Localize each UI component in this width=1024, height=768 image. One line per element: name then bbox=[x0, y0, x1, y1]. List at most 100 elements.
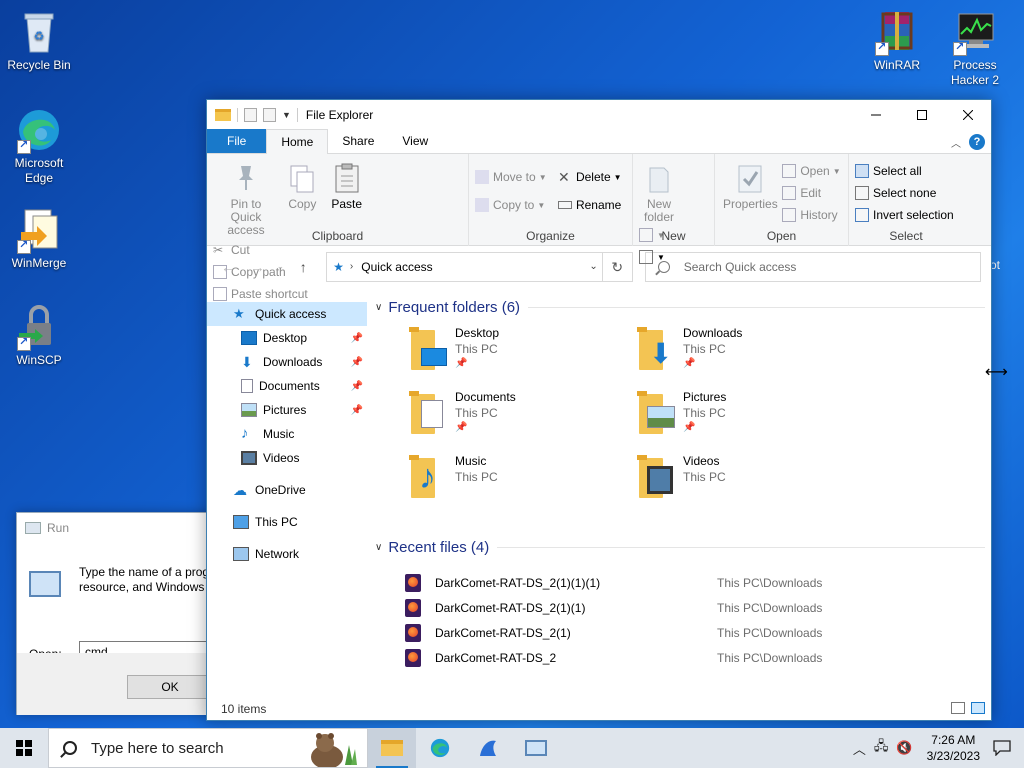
titlebar[interactable]: ▼ File Explorer bbox=[207, 100, 991, 130]
file-explorer-window[interactable]: ▼ File Explorer File Home Share View ︿ ?… bbox=[206, 99, 992, 721]
chevron-down-icon[interactable]: ⌄ bbox=[589, 261, 597, 272]
new-folder-icon[interactable] bbox=[263, 108, 276, 122]
firefox-file-icon bbox=[405, 573, 421, 592]
folder-tile-documents[interactable]: Documents This PC 📌 bbox=[407, 390, 627, 446]
group-new: New folder ▼ ▼ New bbox=[633, 154, 715, 264]
chevron-down-icon[interactable]: ▼ bbox=[282, 110, 291, 120]
desktop-icon-recycle-bin[interactable]: ♻ Recycle Bin bbox=[1, 8, 77, 73]
nav-item-music[interactable]: ♪ Music bbox=[207, 422, 367, 446]
copy-to-button[interactable]: Copy to ▼ bbox=[475, 194, 547, 216]
pin-icon[interactable]: 📌 bbox=[351, 405, 363, 416]
properties-button[interactable]: Properties bbox=[723, 158, 778, 211]
address-bar[interactable]: ★ › Quick access ⌄ ↻ bbox=[326, 251, 633, 282]
tab-share[interactable]: Share bbox=[328, 129, 388, 153]
maximize-button[interactable] bbox=[899, 100, 945, 130]
nav-item-this-pc[interactable]: This PC bbox=[207, 510, 367, 534]
recent-files-header[interactable]: ∨ Recent files (4) bbox=[373, 536, 985, 558]
pin-icon[interactable]: 📌 bbox=[351, 357, 363, 368]
select-none-button[interactable]: Select none bbox=[855, 182, 954, 204]
volume-muted-icon[interactable]: 🔇 bbox=[896, 740, 912, 756]
folder-location: This PC bbox=[683, 406, 726, 420]
ok-button[interactable]: OK bbox=[127, 675, 213, 699]
minimize-button[interactable] bbox=[853, 100, 899, 130]
new-folder-button[interactable]: New folder bbox=[641, 158, 677, 224]
nav-item-network[interactable]: Network bbox=[207, 542, 367, 566]
desktop-icon-winmerge[interactable]: WinMerge bbox=[1, 206, 77, 271]
history-button[interactable]: History bbox=[782, 204, 840, 226]
taskbar-search[interactable]: Type here to search bbox=[48, 728, 368, 768]
large-icons-view-icon[interactable] bbox=[971, 702, 985, 714]
help-icon[interactable]: ? bbox=[969, 134, 985, 150]
properties-icon[interactable] bbox=[244, 108, 257, 122]
scissors-icon: ✂ bbox=[213, 243, 224, 257]
nav-item-desktop[interactable]: Desktop 📌 bbox=[207, 326, 367, 350]
copy-button[interactable]: Copy bbox=[284, 158, 320, 211]
move-to-label: Move to bbox=[493, 170, 536, 184]
nav-item-downloads[interactable]: ⬇ Downloads 📌 bbox=[207, 350, 367, 374]
clock[interactable]: 7:26 AM 3/23/2023 bbox=[927, 732, 980, 764]
invert-selection-icon bbox=[855, 208, 869, 222]
downloads-folder-icon: ⬇ bbox=[635, 326, 681, 372]
desktop-icon-winrar[interactable]: WinRAR bbox=[859, 8, 935, 73]
section-title: Recent files (4) bbox=[388, 538, 490, 556]
paste-button[interactable]: Paste bbox=[328, 158, 366, 211]
notification-center-button[interactable] bbox=[990, 728, 1014, 768]
taskbar-run[interactable] bbox=[512, 728, 560, 768]
maximize-icon bbox=[917, 110, 927, 120]
file-name: DarkComet-RAT-DS_2(1)(1) bbox=[435, 600, 586, 615]
folder-name: Music bbox=[455, 454, 487, 468]
folder-tile-desktop[interactable]: Desktop This PC 📌 bbox=[407, 326, 627, 382]
run-dialog[interactable]: Run Type the name of a prog resource, an… bbox=[16, 512, 219, 715]
list-item[interactable]: DarkComet-RAT-DS_2(1)(1) This PC\Download… bbox=[373, 595, 985, 620]
rename-label: Rename bbox=[575, 198, 622, 212]
run-titlebar[interactable]: Run bbox=[17, 513, 215, 543]
edit-button[interactable]: Edit bbox=[782, 182, 840, 204]
refresh-button[interactable]: ↻ bbox=[601, 252, 632, 281]
open-button[interactable]: Open ▼ bbox=[782, 160, 841, 182]
taskbar-file-explorer[interactable] bbox=[368, 728, 416, 768]
search-box[interactable]: Search Quick access bbox=[644, 251, 981, 282]
frequent-folders: Desktop This PC 📌 ⬇ Downloads This PC 📌 … bbox=[373, 326, 985, 526]
nav-item-quick-access[interactable]: ★ Quick access bbox=[207, 302, 367, 326]
invert-selection-button[interactable]: Invert selection bbox=[855, 204, 954, 226]
pin-icon[interactable]: 📌 bbox=[351, 381, 363, 392]
close-button[interactable] bbox=[945, 100, 991, 130]
copy-to-label: Copy to bbox=[493, 198, 535, 212]
rename-button[interactable]: Rename bbox=[557, 194, 622, 216]
nav-item-videos[interactable]: Videos bbox=[207, 446, 367, 470]
desktop-icon-process-hacker[interactable]: Process Hacker 2 bbox=[937, 8, 1013, 88]
divider bbox=[296, 108, 298, 122]
move-to-button[interactable]: Move to ▼ bbox=[475, 166, 547, 188]
list-item[interactable]: DarkComet-RAT-DS_2 This PC\Downloads bbox=[373, 645, 985, 670]
desktop-icon-winscp[interactable]: WinSCP bbox=[1, 303, 77, 368]
network-status-icon[interactable]: 🖧 bbox=[874, 737, 889, 759]
folder-tile-music[interactable]: ♪ Music This PC bbox=[407, 454, 627, 510]
pictures-icon bbox=[241, 403, 257, 417]
list-item[interactable]: DarkComet-RAT-DS_2(1) This PC\Downloads bbox=[373, 620, 985, 645]
delete-button[interactable]: ✕ Delete ▼ bbox=[558, 166, 622, 188]
nav-item-pictures[interactable]: Pictures 📌 bbox=[207, 398, 367, 422]
folder-tile-pictures[interactable]: Pictures This PC 📌 bbox=[635, 390, 855, 446]
details-view-icon[interactable] bbox=[951, 702, 965, 714]
nav-item-documents[interactable]: Documents 📌 bbox=[207, 374, 367, 398]
tab-view[interactable]: View bbox=[388, 129, 442, 153]
tab-home[interactable]: Home bbox=[266, 129, 329, 154]
taskbar-app-bird[interactable] bbox=[464, 728, 512, 768]
pin-to-quick-access-button[interactable]: Pin to Quick access bbox=[215, 158, 277, 237]
minimize-icon bbox=[871, 114, 881, 116]
list-item[interactable]: DarkComet-RAT-DS_2(1)(1)(1) This PC\Downl… bbox=[373, 570, 985, 595]
desktop-icon-label: WinSCP bbox=[16, 353, 62, 367]
frequent-folders-header[interactable]: ∨ Frequent folders (6) bbox=[373, 296, 985, 318]
chevron-up-icon[interactable]: ︿ bbox=[951, 135, 961, 150]
chevron-up-icon[interactable]: ︿ bbox=[853, 739, 866, 758]
pin-icon[interactable]: 📌 bbox=[351, 333, 363, 344]
select-all-button[interactable]: Select all bbox=[855, 160, 954, 182]
folder-tile-downloads[interactable]: ⬇ Downloads This PC 📌 bbox=[635, 326, 855, 382]
tab-file[interactable]: File bbox=[207, 129, 267, 153]
copy-path-button[interactable]: Copy path bbox=[213, 261, 308, 283]
nav-item-onedrive[interactable]: ☁ OneDrive bbox=[207, 478, 367, 502]
taskbar-edge[interactable] bbox=[416, 728, 464, 768]
folder-tile-videos[interactable]: Videos This PC bbox=[635, 454, 855, 510]
start-button[interactable] bbox=[0, 728, 48, 768]
desktop-icon-edge[interactable]: Microsoft Edge bbox=[1, 106, 77, 186]
